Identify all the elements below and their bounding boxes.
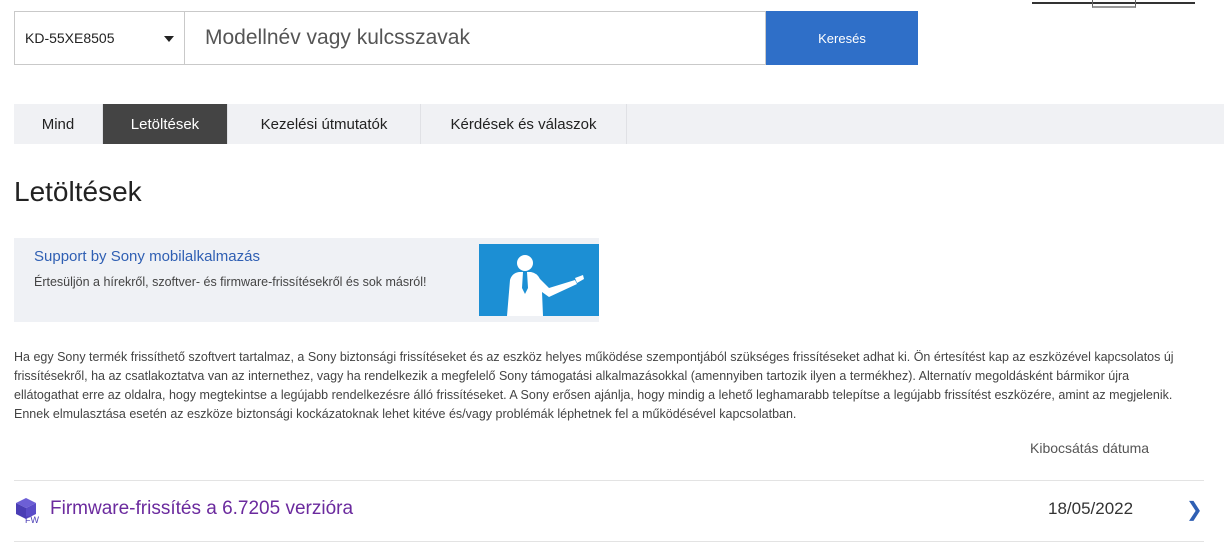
- download-item[interactable]: FW Firmware-frissítés a 6.7205 verzióra …: [14, 481, 1204, 541]
- presenter-icon: [507, 255, 584, 316]
- search-bar: KD-55XE8505 Keresés: [14, 11, 918, 65]
- tv-stand-graphic: [1092, 0, 1136, 8]
- tab-downloads[interactable]: Letöltések: [103, 104, 228, 144]
- firmware-icon-label: FW: [25, 515, 39, 525]
- promo-text: Értesüljön a hírekről, szoftver- és firm…: [34, 275, 427, 289]
- firmware-icon: FW: [16, 498, 39, 525]
- tab-manuals[interactable]: Kezelési útmutatók: [228, 104, 421, 144]
- release-date-header[interactable]: Kibocsátás dátuma: [1030, 440, 1149, 456]
- divider: [14, 541, 1204, 542]
- search-button[interactable]: Keresés: [766, 11, 918, 65]
- tab-questions[interactable]: Kérdések és válaszok: [421, 104, 627, 144]
- download-date: 18/05/2022: [1048, 499, 1134, 518]
- chevron-down-icon: [164, 36, 174, 42]
- promo-link[interactable]: Support by Sony mobilalkalmazás: [34, 248, 260, 265]
- tab-all[interactable]: Mind: [14, 104, 103, 144]
- download-title[interactable]: Firmware-frissítés a 6.7205 verzióra: [50, 498, 353, 520]
- model-select[interactable]: KD-55XE8505: [14, 11, 184, 65]
- presenter-illustration: [479, 244, 599, 316]
- model-select-value: KD-55XE8505: [25, 30, 115, 46]
- product-image: [1032, 0, 1195, 8]
- search-input[interactable]: [184, 11, 766, 65]
- app-promo-banner: Support by Sony mobilalkalmazás Értesülj…: [14, 238, 599, 322]
- category-tabs: Mind Letöltések Kezelési útmutatók Kérdé…: [14, 104, 1224, 144]
- chevron-right-icon[interactable]: ❯: [1186, 497, 1203, 522]
- page-title: Letöltések: [14, 176, 142, 207]
- update-notice: Ha egy Sony termék frissíthető szoftvert…: [14, 350, 1174, 421]
